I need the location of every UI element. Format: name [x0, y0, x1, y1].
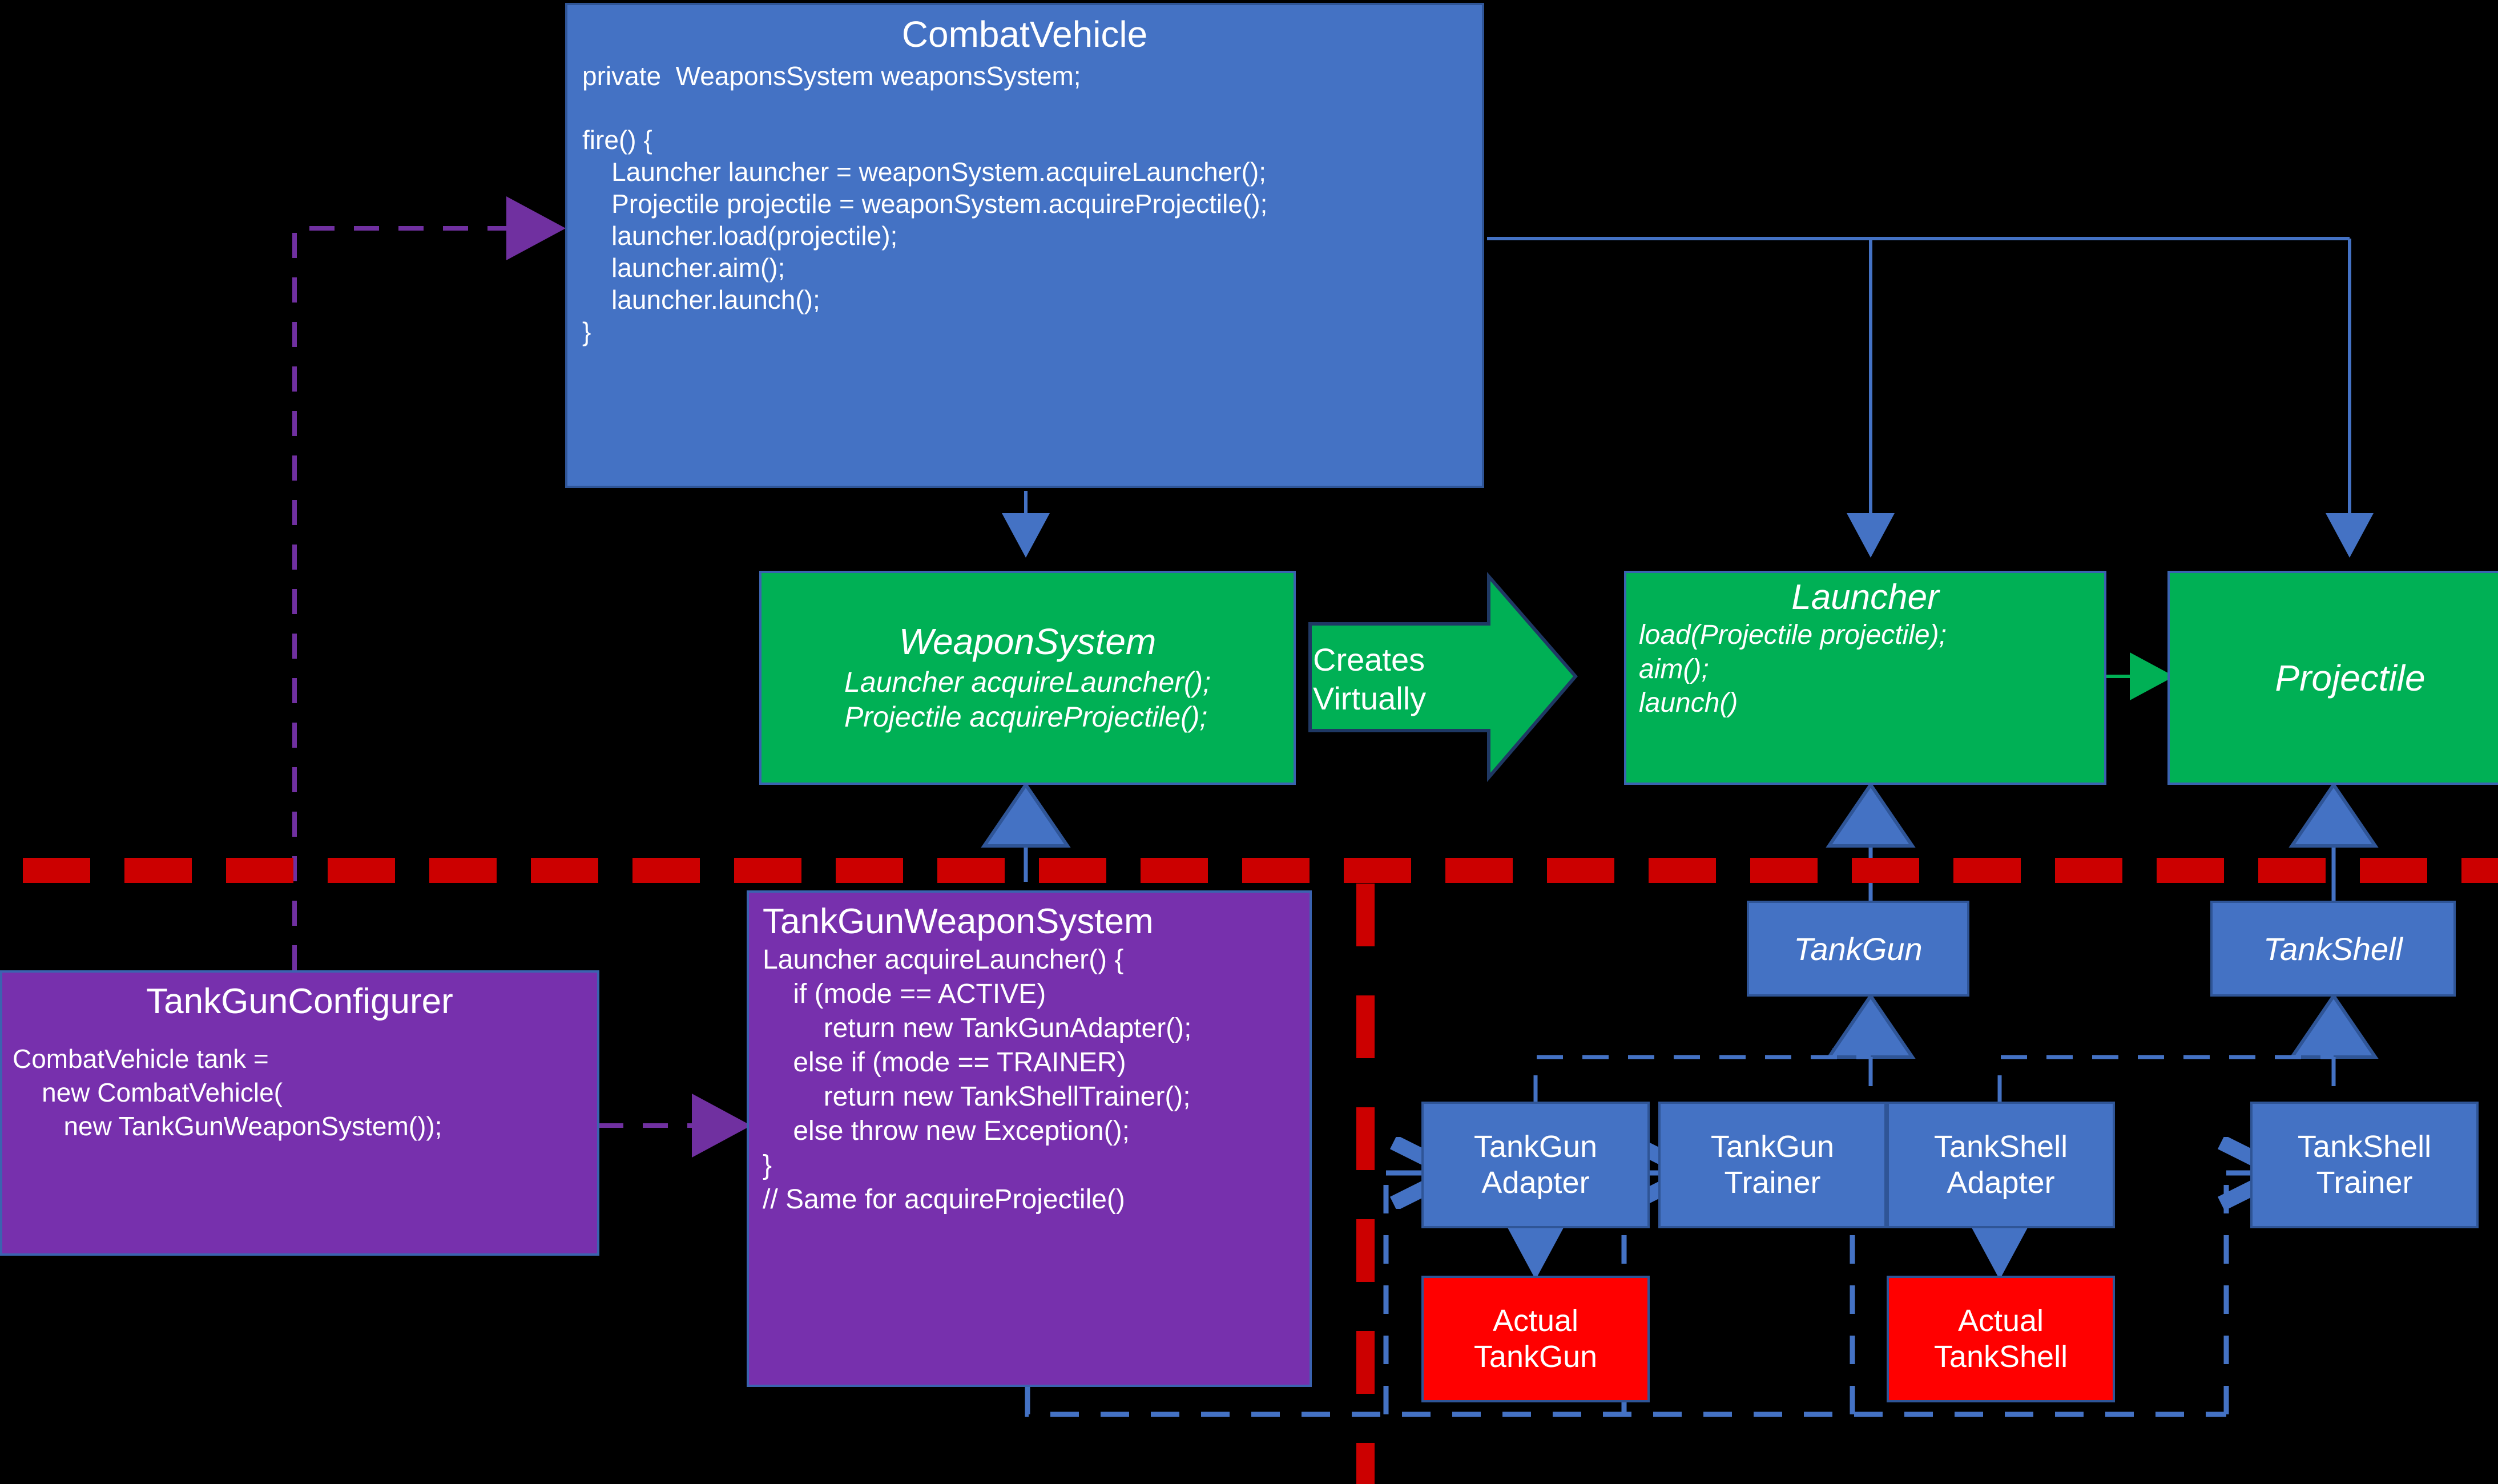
actual-tank-shell-line2: TankShell [1933, 1340, 2068, 1374]
tank-shell-trainer-line2: Trainer [2316, 1166, 2413, 1200]
creates-virtually-line1: Creates [1313, 641, 1425, 678]
edge-combatvehicle-launcher-projectile [1487, 237, 2374, 558]
weapon-system-title: WeaponSystem [899, 620, 1157, 662]
edge-inherit-tankgun-children [1533, 993, 1916, 1102]
combat-vehicle-title: CombatVehicle [901, 14, 1148, 55]
projectile-title: Projectile [2275, 657, 2426, 699]
external-box-actual-tank-shell[interactable]: Actual TankShell [1887, 1276, 2115, 1402]
edge-inherit-tankshell-projectile [2289, 781, 2379, 901]
class-box-tank-shell-trainer[interactable]: TankShell Trainer [2250, 1102, 2479, 1228]
tank-gun-adapter-line1: TankGun [1473, 1130, 1598, 1164]
class-box-tank-gun-weapon-system[interactable]: TankGunWeaponSystem Launcher acquireLaun… [747, 890, 1312, 1387]
tank-gun-weapon-system-title: TankGunWeaponSystem [763, 902, 1154, 941]
actual-tank-shell-line1: Actual [1957, 1304, 2044, 1338]
class-box-tank-shell-adapter[interactable]: TankShell Adapter [1887, 1102, 2115, 1228]
actual-tank-gun-line1: Actual [1492, 1304, 1579, 1338]
tank-gun-weapon-system-body: Launcher acquireLauncher() { if (mode ==… [763, 945, 1192, 1215]
tank-shell-adapter-line2: Adapter [1947, 1166, 2055, 1200]
tank-gun-trainer-line2: Trainer [1724, 1166, 1821, 1200]
weapon-system-body: Launcher acquireLauncher(); Projectile a… [844, 666, 1211, 733]
edge-inherit-tankshell-children [1997, 993, 2379, 1102]
tank-gun-title: TankGun [1794, 930, 1923, 967]
creates-virtually-label: Creates Virtually [1313, 628, 1484, 731]
class-box-tank-gun-configurer[interactable]: TankGunConfigurer CombatVehicle tank = n… [0, 970, 599, 1256]
interface-box-launcher[interactable]: Launcher load(Projectile projectile); ai… [1624, 571, 2106, 785]
interface-box-weapon-system[interactable]: WeaponSystem Launcher acquireLauncher();… [759, 571, 1296, 785]
edge-configurer-combatvehicle [292, 196, 566, 970]
tank-shell-adapter-line1: TankShell [1933, 1130, 2068, 1164]
tank-shell-title: TankShell [2263, 930, 2403, 967]
tank-gun-trainer-line1: TankGun [1710, 1130, 1835, 1164]
class-box-tank-gun[interactable]: TankGun [1747, 901, 1969, 997]
class-box-tank-gun-trainer[interactable]: TankGun Trainer [1658, 1102, 1887, 1228]
tank-gun-configurer-title: TankGunConfigurer [146, 982, 453, 1021]
class-box-tank-shell[interactable]: TankShell [2210, 901, 2456, 997]
creates-virtually-line2: Virtually [1313, 680, 1427, 716]
combat-vehicle-body: private WeaponsSystem weaponsSystem; fir… [582, 61, 1268, 347]
tank-gun-adapter-line2: Adapter [1481, 1166, 1590, 1200]
edge-inherit-tankgunweaponsystem-weaponsystem [981, 781, 1071, 882]
tank-gun-configurer-body: CombatVehicle tank = new CombatVehicle( … [13, 1044, 442, 1142]
interface-box-projectile[interactable]: Projectile [2167, 571, 2498, 785]
diagram-canvas: CombatVehicle private WeaponsSystem weap… [0, 0, 2498, 1484]
tank-shell-trainer-line1: TankShell [2297, 1130, 2432, 1164]
external-box-actual-tank-gun[interactable]: Actual TankGun [1421, 1276, 1650, 1402]
class-box-tank-gun-adapter[interactable]: TankGun Adapter [1421, 1102, 1650, 1228]
launcher-body: load(Projectile projectile); aim(); laun… [1639, 620, 1947, 719]
edge-inherit-tankgun-launcher [1826, 781, 1916, 901]
actual-tank-gun-line2: TankGun [1473, 1340, 1598, 1374]
launcher-title: Launcher [1791, 578, 1939, 617]
class-box-combat-vehicle[interactable]: CombatVehicle private WeaponsSystem weap… [565, 3, 1484, 488]
